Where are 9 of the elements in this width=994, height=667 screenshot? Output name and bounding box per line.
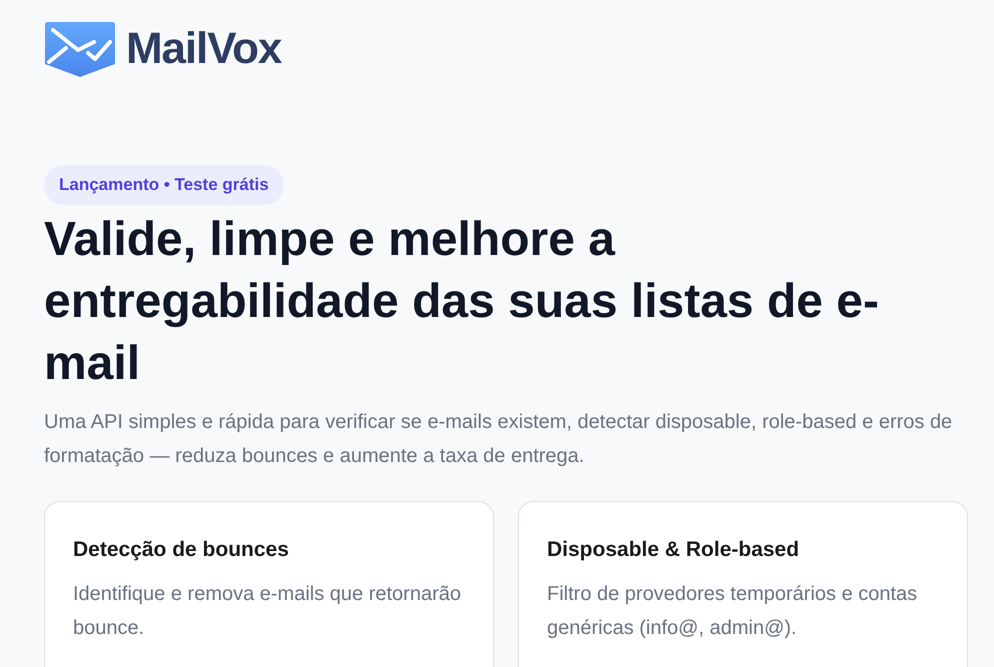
hero-description: Uma API simples e rápida para verificar se e-mails existem, detectar disposable, role-based e erros de formatação — reduza bounces e aumente a taxa de entrega. bbox=[44, 410, 954, 468]
launch-badge: Lançamento • Teste grátis bbox=[44, 165, 284, 204]
brand-name: MailVox bbox=[126, 23, 282, 75]
feature-title: Detecção de bounces bbox=[73, 536, 290, 562]
envelope-logo-icon bbox=[44, 20, 116, 78]
hero-heading: Valide, limpe e melhore a entregabilidade das suas listas de e-mail bbox=[44, 212, 880, 392]
feature-title: Disposable & Role-based bbox=[547, 536, 800, 562]
feature-description: Identifique e remova e-mails que retornarão bounce. bbox=[73, 582, 462, 641]
feature-description: Filtro de provedores temporários e contas genéricas (info@, admin@). bbox=[547, 582, 918, 641]
